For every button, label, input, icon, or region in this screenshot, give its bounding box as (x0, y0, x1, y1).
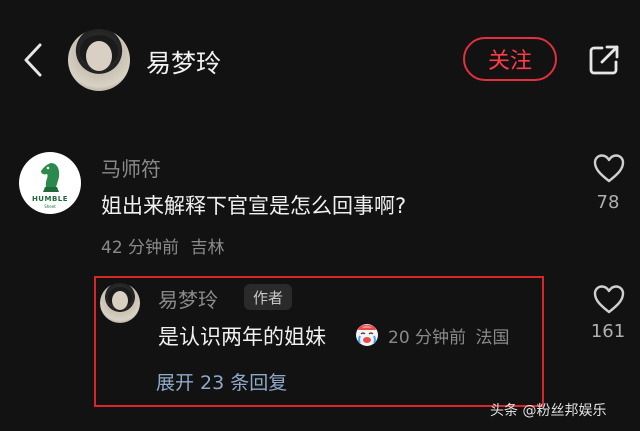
avatar-logo-subtext: Sheet (44, 204, 56, 209)
comment-meta: 42 分钟前 吉林 (101, 233, 224, 258)
comment-username[interactable]: 马师符 (101, 153, 161, 182)
reply-like-count: 161 (590, 321, 626, 342)
comment-time: 42 分钟前 (101, 238, 180, 258)
like-count: 78 (596, 192, 620, 213)
avatar-face (112, 291, 128, 310)
chess-knight-icon (41, 163, 60, 192)
reply-text[interactable]: 是认识两年的姐妹 (158, 321, 326, 351)
like-heart-icon[interactable] (592, 152, 626, 184)
reply-avatar[interactable] (100, 283, 140, 323)
comment-text[interactable]: 姐出来解释下官宣是怎么回事啊? (101, 190, 406, 220)
avatar-logo-text: HUMBLE (31, 195, 69, 203)
comment-location: 吉林 (190, 238, 225, 258)
expand-replies-link[interactable]: 展开 23 条回复 (156, 368, 287, 395)
crying-face-icon (356, 324, 378, 346)
reply-time: 20 分钟前 (388, 328, 467, 348)
reply-location: 法国 (475, 328, 510, 348)
reply-meta: 20 分钟前 法国 (388, 323, 509, 348)
watermark: 头条 @粉丝邦娱乐 (490, 403, 607, 419)
avatar[interactable] (68, 29, 130, 91)
profile-username[interactable]: 易梦玲 (146, 44, 221, 80)
commenter-avatar[interactable]: HUMBLE Sheet (19, 152, 81, 214)
follow-button[interactable]: 关注 (463, 37, 557, 81)
avatar-face (86, 41, 112, 71)
chevron-left-icon[interactable] (20, 42, 46, 78)
author-badge: 作者 (244, 284, 293, 310)
like-heart-icon[interactable] (592, 283, 626, 315)
share-icon[interactable] (586, 42, 622, 78)
reply-username[interactable]: 易梦玲 (158, 284, 218, 313)
